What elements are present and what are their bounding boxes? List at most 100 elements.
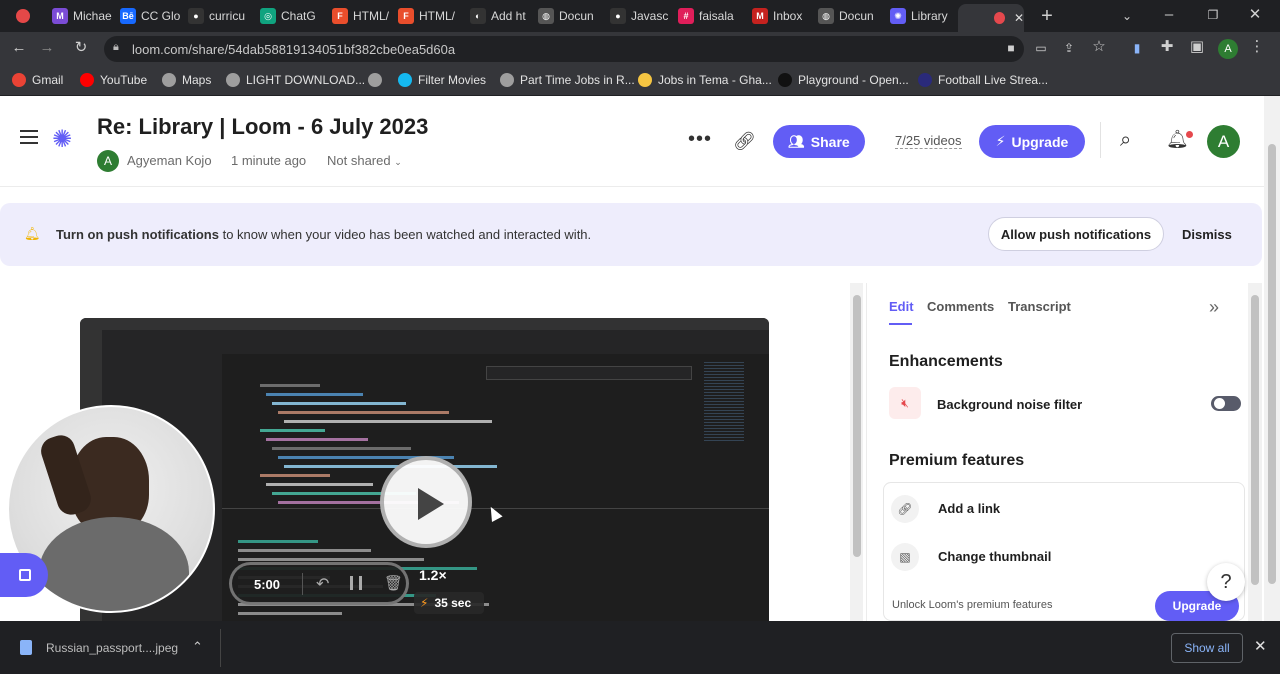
side-panel-icon[interactable]: ▣ (1188, 39, 1206, 55)
recording-terminal-line (238, 612, 342, 615)
tab-label: Add ht (491, 9, 526, 23)
file-icon (20, 640, 32, 655)
bookmark-item[interactable] (368, 71, 382, 89)
upgrade-button[interactable]: ⚡︎ Upgrade (979, 125, 1085, 158)
minimize-icon[interactable]: – (1160, 7, 1178, 23)
bookmark-label: LIGHT DOWNLOAD... (246, 73, 366, 87)
address-bar: ← → ↻ 🔒︎ loom.com/share/54dab58819134051… (0, 32, 1280, 64)
recording-controls: 5:00 ↶ 🗑︎ (229, 562, 409, 605)
header-divider (1100, 122, 1101, 158)
extensions-puzzle-icon[interactable]: ✚ (1158, 39, 1176, 55)
play-button[interactable] (380, 456, 472, 548)
camera-icon[interactable]: ■ (1002, 40, 1020, 56)
show-all-button[interactable]: Show all (1171, 633, 1243, 663)
browser-tab[interactable]: F HTML/ (326, 4, 394, 28)
add-a-link[interactable]: Add a link (938, 501, 1000, 516)
tab-favicon-icon: Bē (120, 8, 136, 24)
trash-icon[interactable]: 🗑︎ (384, 574, 403, 592)
noise-filter-toggle[interactable] (1211, 396, 1241, 411)
sharing-dropdown[interactable]: Not shared ⌄ (327, 153, 402, 168)
time-ago: 1 minute ago (231, 153, 307, 168)
tab-comments[interactable]: Comments (927, 299, 994, 314)
page-scrollbar-thumb[interactable] (1268, 144, 1276, 584)
search-icon[interactable]: ⌕ (1120, 129, 1131, 152)
tab-label: Inbox (773, 9, 803, 23)
undo-icon[interactable]: ↶ (316, 574, 329, 594)
author-avatar: A (97, 150, 119, 172)
close-tab-icon[interactable]: ✕ (1014, 11, 1024, 25)
collapse-sidebar-icon[interactable]: » (1209, 297, 1219, 318)
download-options-chevron-icon[interactable]: ⌃ (192, 639, 203, 655)
browser-tab[interactable]: ◐ Add ht (464, 4, 532, 28)
allow-push-notifications-button[interactable]: Allow push notifications (988, 217, 1164, 251)
controls-divider (302, 573, 303, 595)
browser-tab[interactable]: F HTML/ (392, 4, 460, 28)
bookmark-label: Gmail (32, 73, 64, 87)
browser-tab[interactable]: ◍ Docun (812, 4, 880, 28)
reload-icon[interactable]: ↻ (72, 40, 90, 56)
browser-tab[interactable]: M Inbox (746, 4, 814, 28)
browser-tab[interactable]: ● curricu (182, 4, 250, 28)
extension-doc-icon[interactable]: ▮ (1128, 40, 1146, 56)
forward-icon[interactable]: → (38, 40, 56, 56)
close-window-icon[interactable]: ✕ (1246, 7, 1264, 23)
recording-code-line (284, 420, 492, 423)
user-avatar[interactable]: A (1207, 125, 1240, 158)
tab-search-icon[interactable]: ⌄ (1118, 8, 1136, 24)
tab-favicon-icon: ● (188, 8, 204, 24)
bookmark-item[interactable]: Part Time Jobs in R... (500, 71, 635, 89)
help-button[interactable]: ? (1207, 563, 1245, 601)
browser-tab[interactable]: M Michae (46, 4, 114, 28)
back-icon[interactable]: ← (10, 40, 28, 56)
hamburger-menu-icon[interactable] (20, 130, 38, 144)
lightning-icon: ⚡︎ (995, 133, 1006, 149)
browser-tab[interactable]: ✺ Library (884, 4, 952, 28)
share-button[interactable]: 👥︎ Share (773, 125, 865, 158)
bookmark-item[interactable]: Maps (162, 71, 211, 89)
close-download-bar-icon[interactable]: ✕ (1254, 637, 1267, 655)
tab-favicon-icon: M (752, 8, 768, 24)
restore-icon[interactable]: ❐ (1204, 7, 1222, 23)
browser-tab[interactable]: ◎ ChatG (254, 4, 322, 28)
new-tab-icon[interactable]: + (1038, 6, 1056, 26)
bookmark-star-icon[interactable]: ☆ (1090, 39, 1108, 55)
page-scrollbar[interactable] (1264, 96, 1280, 621)
browser-tab[interactable]: ◍ Docun (532, 4, 600, 28)
tab-edit[interactable]: Edit (889, 299, 914, 314)
camera-toggle-button[interactable] (0, 553, 48, 597)
video-title[interactable]: Re: Library | Loom - 6 July 2023 (97, 114, 428, 140)
bookmark-item[interactable]: Jobs in Tema - Gha... (638, 71, 772, 89)
bookmark-item[interactable]: LIGHT DOWNLOAD... (226, 71, 365, 89)
dismiss-button[interactable]: Dismiss (1182, 227, 1232, 242)
browser-tab[interactable]: Bē CC Glo (114, 4, 182, 28)
url-field[interactable]: 🔒︎ loom.com/share/54dab58819134051bf382c… (104, 36, 1024, 62)
active-browser-tab[interactable]: ✕ (958, 4, 1024, 32)
bookmark-item[interactable]: YouTube (80, 71, 147, 89)
browser-tab[interactable]: # faisala (672, 4, 740, 28)
loom-logo-icon[interactable]: ✺ (50, 128, 74, 152)
install-icon[interactable]: ▭ (1032, 40, 1050, 56)
share-page-icon[interactable]: ⇪ (1060, 40, 1078, 56)
video-scrollbar[interactable] (850, 283, 863, 621)
bookmark-item[interactable]: Football Live Strea... (918, 71, 1048, 89)
recording-code-line (260, 429, 325, 432)
more-options-icon[interactable]: ••• (688, 128, 712, 151)
chrome-menu-icon[interactable]: ⋮ (1248, 39, 1266, 55)
browser-tab[interactable]: ● Javasc (604, 4, 672, 28)
bookmark-item[interactable]: Gmail (12, 71, 63, 89)
download-file-name[interactable]: Russian_passport....jpeg (46, 641, 178, 655)
playback-speed[interactable]: 1.2× (419, 567, 447, 583)
video-count[interactable]: 7/25 videos (895, 133, 962, 149)
change-thumbnail[interactable]: Change thumbnail (938, 549, 1051, 564)
chrome-profile-avatar[interactable]: A (1218, 39, 1238, 59)
bookmark-item[interactable]: Filter Movies (398, 71, 486, 89)
bookmark-item[interactable]: Playground - Open... (778, 71, 909, 89)
video-scrollbar-thumb[interactable] (853, 295, 861, 557)
author-name[interactable]: Agyeman Kojo (127, 153, 212, 168)
tab-edit-underline (889, 323, 912, 325)
tab-transcript[interactable]: Transcript (1008, 299, 1071, 314)
sidebar-scrollbar[interactable] (1248, 283, 1262, 621)
sidebar-scrollbar-thumb[interactable] (1251, 295, 1259, 585)
copy-link-icon[interactable]: 🔗︎ (733, 131, 756, 152)
pause-icon[interactable] (350, 576, 362, 590)
